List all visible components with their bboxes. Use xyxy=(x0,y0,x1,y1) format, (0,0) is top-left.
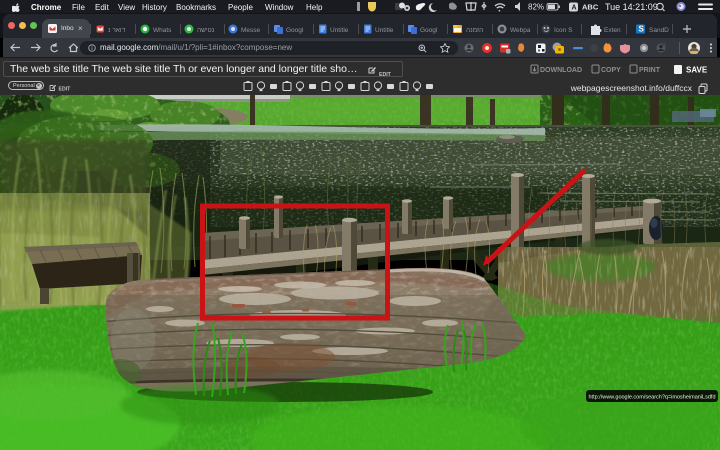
svg-text:EDIT: EDIT xyxy=(59,86,72,92)
svg-text:Tue 14:21:09: Tue 14:21:09 xyxy=(605,2,658,12)
svg-text:הזמנה: הזמנה xyxy=(466,27,483,34)
svg-text:Googl: Googl xyxy=(286,27,304,34)
svg-text:PRINT: PRINT xyxy=(639,67,661,74)
svg-text:Googl: Googl xyxy=(420,27,438,34)
svg-text:Messe: Messe xyxy=(241,27,261,34)
svg-text:Webpa: Webpa xyxy=(510,27,531,34)
svg-text:82%: 82% xyxy=(528,3,544,12)
svg-text:COPY: COPY xyxy=(601,67,621,74)
svg-text:S: S xyxy=(639,25,645,34)
svg-text:Whats: Whats xyxy=(153,27,172,34)
svg-text:DOWNLOAD: DOWNLOAD xyxy=(540,67,582,74)
svg-text:Untitle: Untitle xyxy=(330,27,349,34)
svg-text:A: A xyxy=(572,5,577,12)
svg-text:Untitle: Untitle xyxy=(375,27,394,34)
svg-text:SAVE: SAVE xyxy=(686,66,708,75)
svg-text:SandD: SandD xyxy=(649,27,669,34)
svg-text:Icon S: Icon S xyxy=(554,27,573,34)
svg-text:דואר נ: דואר נ xyxy=(108,27,126,34)
svg-text:נטישה: נטישה xyxy=(197,27,215,34)
svg-text:http://www.google.com/search?q: http://www.google.com/search?q=imosheima… xyxy=(588,395,715,401)
svg-text:ABC: ABC xyxy=(582,3,599,12)
svg-text:Exten: Exten xyxy=(604,27,621,34)
